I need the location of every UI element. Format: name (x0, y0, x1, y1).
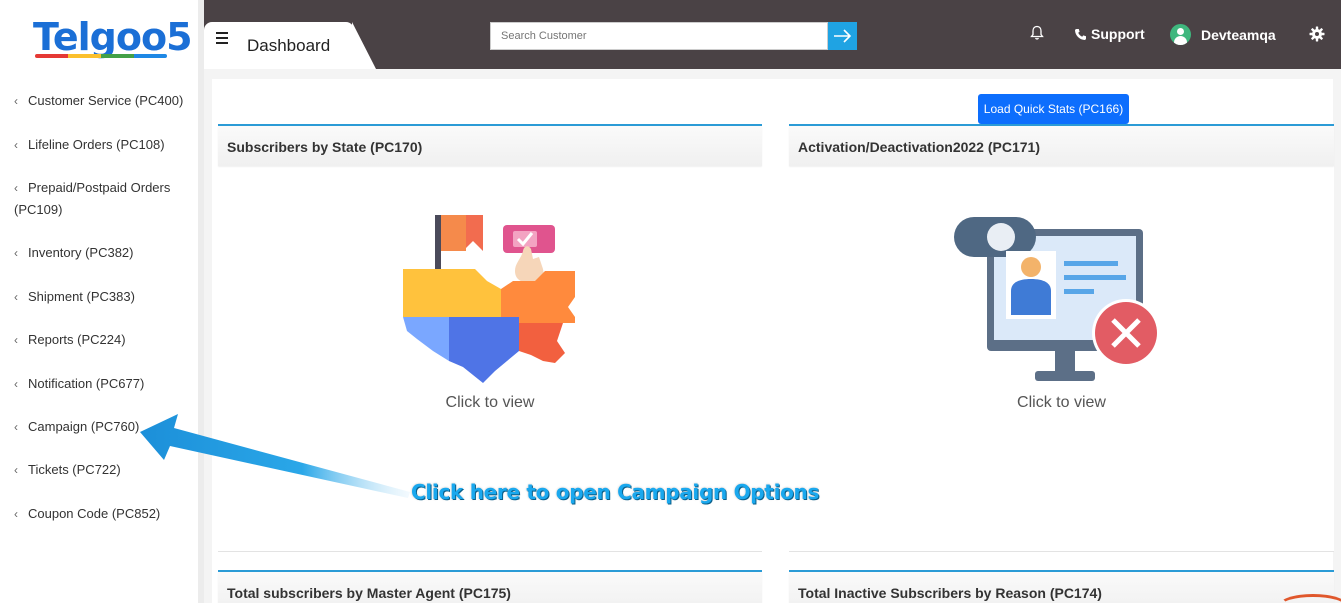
bell-icon[interactable] (1030, 25, 1044, 41)
telgoo5-logo[interactable]: Telgoo5 (33, 14, 193, 60)
gear-icon[interactable] (1309, 26, 1325, 42)
card-title: Subscribers by State (PC170) (218, 126, 762, 166)
sidebar-item-prepaid-postpaid-orders[interactable]: ‹ Prepaid/Postpaid Orders (PC109) (0, 177, 190, 221)
card-activation-deactivation: Activation/Deactivation2022 (PC171) Clic… (789, 124, 1334, 552)
sidebar-item-reports[interactable]: ‹ Reports (PC224) (0, 329, 134, 351)
page-title: Dashboard (247, 36, 331, 55)
card-inactive-subscribers-by-reason: Total Inactive Subscribers by Reason (PC… (789, 570, 1334, 603)
sidebar: Telgoo5 ‹ Customer Service (PC400) ‹ Lifel… (0, 0, 204, 603)
sidebar-item-label: Campaign (PC760) (28, 419, 140, 434)
sidebar-item-label: Tickets (PC722) (28, 462, 121, 477)
load-quick-stats-button[interactable]: Load Quick Stats (PC166) (978, 94, 1129, 124)
support-link[interactable]: Support (1074, 26, 1145, 42)
user-avatar-icon[interactable] (1170, 24, 1191, 45)
chevron-left-icon: ‹ (14, 377, 18, 391)
sidebar-item-customer-service[interactable]: ‹ Customer Service (PC400) (0, 90, 191, 112)
chevron-left-icon: ‹ (14, 463, 18, 477)
sidebar-item-label: Lifeline Orders (PC108) (28, 137, 165, 152)
search-submit-button[interactable] (828, 22, 857, 50)
hamburger-icon[interactable] (216, 32, 228, 44)
deactivation-illustration[interactable] (954, 211, 1169, 386)
annotation-callout: Click here to open Campaign Options (411, 480, 820, 504)
card-title: Total Inactive Subscribers by Reason (PC… (789, 572, 1334, 603)
sidebar-item-campaign[interactable]: ‹ Campaign (PC760) (0, 416, 147, 438)
chevron-left-icon: ‹ (14, 94, 18, 108)
click-to-view-label[interactable]: Click to view (789, 394, 1334, 412)
logo-underline (35, 54, 167, 58)
chevron-left-icon: ‹ (14, 333, 18, 347)
username[interactable]: Devteamqa (1201, 27, 1276, 43)
chevron-left-icon: ‹ (14, 507, 18, 521)
sidebar-item-inventory[interactable]: ‹ Inventory (PC382) (0, 242, 142, 264)
top-header: Dashboard Support Devteamqa (204, 0, 1341, 69)
sidebar-item-shipment[interactable]: ‹ Shipment (PC383) (0, 286, 143, 308)
chevron-left-icon: ‹ (14, 420, 18, 434)
sidebar-item-label: Prepaid/Postpaid Orders (PC109) (14, 180, 171, 217)
card-title: Total subscribers by Master Agent (PC175… (218, 572, 762, 603)
sidebar-item-label: Inventory (PC382) (28, 245, 134, 260)
search-input[interactable] (490, 22, 828, 50)
card-subscribers-by-master-agent: Total subscribers by Master Agent (PC175… (218, 570, 762, 603)
sidebar-item-tickets[interactable]: ‹ Tickets (PC722) (0, 459, 129, 481)
sidebar-item-label: Coupon Code (PC852) (28, 506, 161, 521)
sidebar-item-coupon-code[interactable]: ‹ Coupon Code (PC852) (0, 503, 168, 525)
chevron-left-icon: ‹ (14, 181, 18, 195)
sidebar-item-label: Customer Service (PC400) (28, 93, 184, 108)
dashboard-tab[interactable]: Dashboard (204, 22, 376, 69)
support-label: Support (1091, 26, 1145, 42)
card-title: Activation/Deactivation2022 (PC171) (789, 126, 1334, 166)
logo-text: Telgoo5 (33, 15, 193, 59)
chevron-left-icon: ‹ (14, 290, 18, 304)
sidebar-item-lifeline-orders[interactable]: ‹ Lifeline Orders (PC108) (0, 134, 173, 156)
sidebar-item-label: Notification (PC677) (28, 376, 145, 391)
phone-icon (1075, 29, 1086, 40)
annotation-arrow-icon (140, 414, 410, 498)
chevron-left-icon: ‹ (14, 246, 18, 260)
sidebar-item-label: Reports (PC224) (28, 332, 126, 347)
sidebar-item-notification[interactable]: ‹ Notification (PC677) (0, 373, 152, 395)
arrow-right-icon (834, 29, 852, 43)
chevron-left-icon: ‹ (14, 138, 18, 152)
map-illustration[interactable] (403, 211, 579, 386)
sidebar-item-label: Shipment (PC383) (28, 289, 135, 304)
